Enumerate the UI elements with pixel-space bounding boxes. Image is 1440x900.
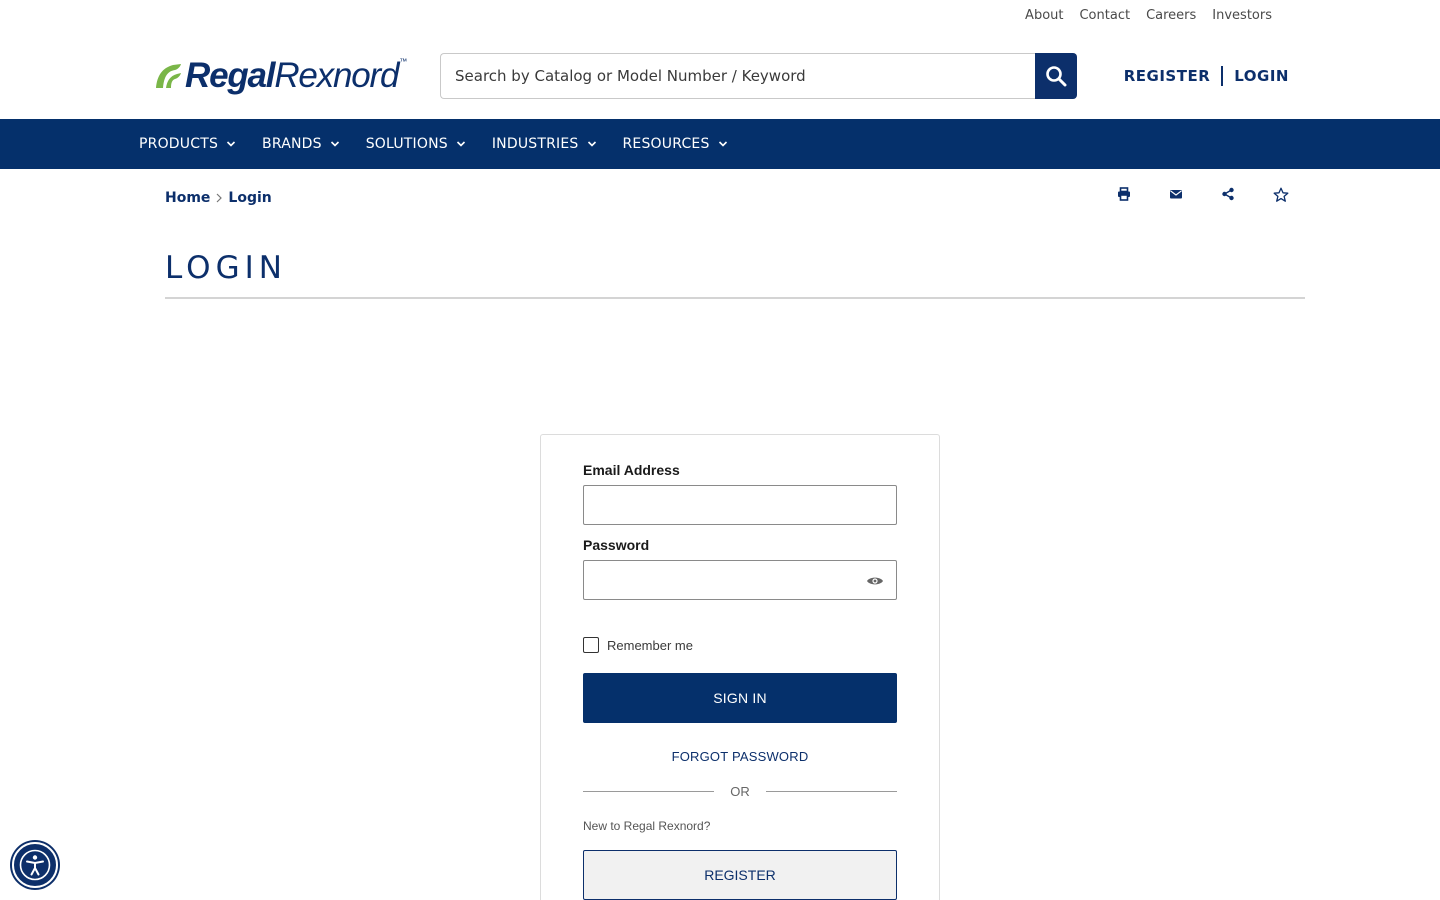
share-icon xyxy=(1222,187,1234,201)
accessibility-button[interactable] xyxy=(12,842,58,888)
password-field[interactable] xyxy=(584,561,896,599)
breadcrumb: Home Login xyxy=(165,190,272,206)
main-nav: PRODUCTS BRANDS SOLUTIONS INDUSTRIES RES… xyxy=(0,119,1440,169)
nav-item-label: INDUSTRIES xyxy=(491,136,579,152)
page-title: LOGIN xyxy=(165,250,287,286)
trademark-symbol: ™ xyxy=(399,56,407,66)
site-search xyxy=(440,53,1077,99)
chevron-down-icon xyxy=(587,141,596,147)
title-divider xyxy=(165,297,1305,299)
chevron-down-icon xyxy=(226,141,236,147)
divider xyxy=(1221,66,1224,86)
password-label: Password xyxy=(583,537,650,553)
utility-nav: About Contact Careers Investors xyxy=(1025,8,1272,23)
brand-name-regal: Regal xyxy=(185,55,276,95)
brand-leaf-icon xyxy=(156,64,181,88)
new-user-prompt: New to Regal Rexnord? xyxy=(583,819,711,833)
search-icon xyxy=(1046,66,1067,87)
email-label: Email Address xyxy=(583,462,680,478)
search-button[interactable] xyxy=(1035,53,1077,99)
header-login-link[interactable]: LOGIN xyxy=(1234,67,1289,85)
favorite-star-icon xyxy=(1273,187,1289,202)
login-card: Email Address Password Remember me SIGN … xyxy=(540,434,940,900)
register-button[interactable]: REGISTER xyxy=(583,850,897,900)
chevron-right-icon xyxy=(216,193,223,203)
utility-link-contact[interactable]: Contact xyxy=(1079,8,1130,23)
utility-link-about[interactable]: About xyxy=(1025,8,1063,23)
print-button[interactable] xyxy=(1114,187,1166,203)
utility-link-investors[interactable]: Investors xyxy=(1212,8,1272,23)
chevron-down-icon xyxy=(718,141,727,147)
email-button[interactable] xyxy=(1166,187,1218,203)
email-field[interactable] xyxy=(584,486,896,524)
nav-item-label: PRODUCTS xyxy=(139,136,219,152)
show-password-eye-icon[interactable] xyxy=(866,574,884,588)
brand-logo[interactable]: RegalRexnord™ xyxy=(153,55,407,95)
remember-me-label: Remember me xyxy=(607,637,693,653)
breadcrumb-home[interactable]: Home xyxy=(165,190,210,206)
search-input[interactable] xyxy=(440,53,1035,99)
account-links: REGISTER LOGIN xyxy=(1124,66,1289,86)
nav-item-label: BRANDS xyxy=(262,136,322,152)
or-label: OR xyxy=(730,784,750,799)
or-divider: OR xyxy=(583,784,897,799)
nav-item-resources[interactable]: RESOURCES xyxy=(623,136,728,152)
nav-item-products[interactable]: PRODUCTS xyxy=(139,136,236,152)
breadcrumb-current: Login xyxy=(228,190,272,206)
chevron-down-icon xyxy=(456,141,465,147)
chevron-down-icon xyxy=(330,141,339,147)
remember-me-checkbox[interactable] xyxy=(583,637,599,653)
nav-item-solutions[interactable]: SOLUTIONS xyxy=(366,136,466,152)
brand-name-rexnord: Rexnord xyxy=(274,55,399,95)
remember-me: Remember me xyxy=(583,637,693,653)
header-register-link[interactable]: REGISTER xyxy=(1124,67,1211,85)
accessibility-icon xyxy=(19,849,51,881)
utility-link-careers[interactable]: Careers xyxy=(1146,8,1196,23)
password-field-wrapper xyxy=(583,560,897,600)
share-button[interactable] xyxy=(1218,187,1270,203)
nav-item-industries[interactable]: INDUSTRIES xyxy=(492,136,597,152)
email-field-wrapper xyxy=(583,485,897,525)
forgot-password-link[interactable]: FORGOT PASSWORD xyxy=(583,749,897,764)
nav-item-brands[interactable]: BRANDS xyxy=(262,136,340,152)
nav-item-label: SOLUTIONS xyxy=(365,136,448,152)
page-tools xyxy=(1114,187,1322,203)
email-icon xyxy=(1170,190,1182,199)
nav-item-label: RESOURCES xyxy=(622,136,710,152)
favorite-button[interactable] xyxy=(1270,187,1322,203)
print-icon xyxy=(1118,187,1130,201)
sign-in-button[interactable]: SIGN IN xyxy=(583,673,897,723)
